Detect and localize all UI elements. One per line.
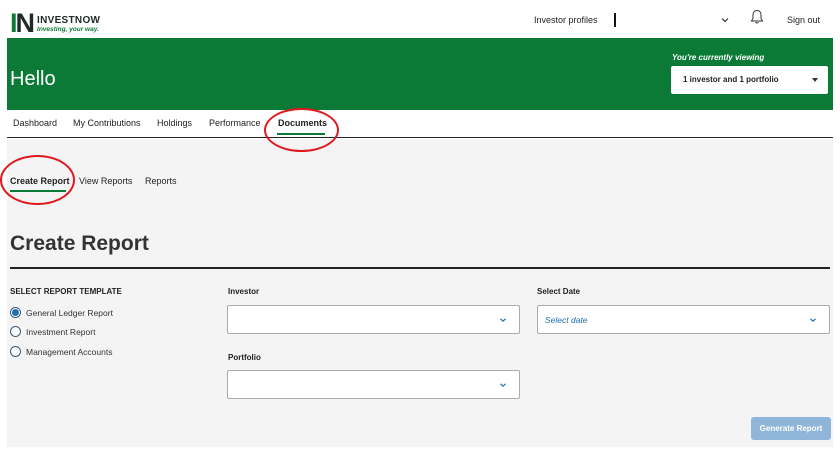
nav-item-holdings[interactable]: Holdings bbox=[157, 118, 192, 128]
content-area: Create Report View Reports Reports Creat… bbox=[7, 139, 833, 447]
subnav-item-view-reports[interactable]: View Reports bbox=[79, 176, 132, 186]
hero-banner: Hello You're currently viewing 1 investo… bbox=[7, 38, 833, 110]
nav-item-performance[interactable]: Performance bbox=[209, 118, 261, 128]
viewing-label: You're currently viewing bbox=[672, 53, 765, 62]
subnav-item-reports[interactable]: Reports bbox=[145, 176, 177, 186]
nav-item-dashboard[interactable]: Dashboard bbox=[13, 118, 57, 128]
active-nav-underline bbox=[277, 133, 325, 135]
template-option-general-ledger[interactable]: General Ledger Report bbox=[10, 307, 113, 318]
radio-button[interactable] bbox=[10, 307, 21, 318]
portfolio-select[interactable] bbox=[227, 370, 520, 399]
investor-profiles-divider bbox=[614, 13, 616, 27]
chevron-down-icon[interactable] bbox=[720, 15, 730, 25]
chevron-down-icon bbox=[500, 318, 506, 323]
template-option-management-accounts[interactable]: Management Accounts bbox=[10, 346, 112, 357]
radio-label: Management Accounts bbox=[26, 346, 113, 357]
date-placeholder: Select date bbox=[545, 315, 588, 325]
logo-tagline: Investing, your way. bbox=[37, 26, 99, 33]
portfolio-label: Portfolio bbox=[228, 353, 261, 362]
generate-report-button[interactable]: Generate Report bbox=[751, 417, 831, 440]
caret-down-icon bbox=[812, 78, 818, 82]
viewing-selector[interactable]: 1 investor and 1 portfolio bbox=[671, 66, 828, 94]
investor-select[interactable] bbox=[227, 305, 520, 334]
active-subnav-underline bbox=[10, 190, 66, 192]
radio-button[interactable] bbox=[10, 346, 21, 357]
title-divider bbox=[10, 267, 830, 269]
logo-brand-name: INVESTNOW bbox=[37, 15, 101, 26]
logo-mark: IN bbox=[10, 8, 35, 38]
investnow-logo[interactable]: IN INVESTNOW Investing, your way. bbox=[10, 8, 101, 38]
nav-item-documents[interactable]: Documents bbox=[278, 118, 327, 128]
greeting-heading: Hello bbox=[10, 68, 56, 90]
select-date-label: Select Date bbox=[537, 287, 581, 296]
chevron-down-icon bbox=[500, 383, 506, 388]
page-title: Create Report bbox=[10, 232, 149, 255]
bell-icon[interactable] bbox=[750, 9, 764, 25]
top-bar: IN INVESTNOW Investing, your way. Invest… bbox=[0, 0, 840, 38]
chevron-down-icon bbox=[810, 318, 816, 323]
radio-label: General Ledger Report bbox=[26, 307, 113, 318]
radio-label: Investment Report bbox=[26, 326, 96, 337]
date-select[interactable]: Select date bbox=[537, 305, 830, 334]
sign-out-link[interactable]: Sign out bbox=[787, 15, 820, 25]
nav-item-my-contributions[interactable]: My Contributions bbox=[73, 118, 141, 128]
main-nav: Dashboard My Contributions Holdings Perf… bbox=[7, 110, 833, 138]
radio-button[interactable] bbox=[10, 326, 21, 337]
subnav-item-create-report[interactable]: Create Report bbox=[10, 176, 70, 186]
investor-profiles-dropdown[interactable]: Investor profiles bbox=[534, 15, 598, 25]
template-option-investment-report[interactable]: Investment Report bbox=[10, 326, 95, 337]
viewing-selector-value: 1 investor and 1 portfolio bbox=[683, 75, 779, 84]
template-section-label: SELECT REPORT TEMPLATE bbox=[10, 287, 122, 296]
investor-label: Investor bbox=[228, 287, 260, 296]
